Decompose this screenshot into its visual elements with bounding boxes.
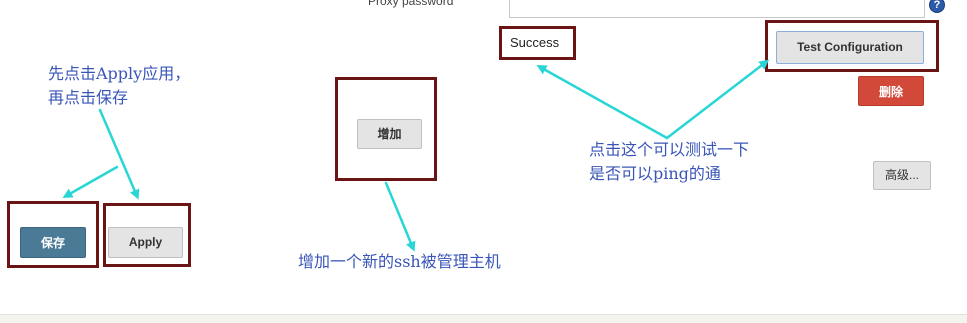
annotation-save-apply-line2: 再点击保存 — [48, 88, 129, 107]
arrow-to-apply — [98, 108, 140, 200]
arrow-to-add — [384, 181, 416, 252]
annotation-save-apply-line1: 先点击Apply应用， — [48, 64, 191, 83]
annotation-test-line2: 是否可以ping的通 — [589, 164, 721, 183]
annotation-test: 点击这个可以测试一下 是否可以ping的通 — [589, 138, 749, 186]
annotation-add-host: 增加一个新的ssh被管理主机 — [298, 252, 501, 271]
annotation-test-line1: 点击这个可以测试一下 — [589, 140, 750, 159]
arrow-to-test-configuration — [665, 59, 770, 140]
arrow-to-save — [62, 165, 119, 198]
annotation-save-apply: 先点击Apply应用， 再点击保存 — [48, 62, 190, 110]
arrow-to-success — [536, 65, 669, 140]
